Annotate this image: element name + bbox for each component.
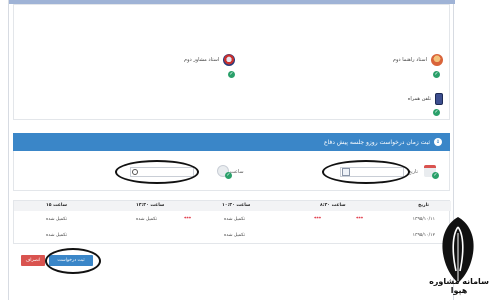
column-header-830: ساعت ۸:۳۰ (320, 203, 346, 208)
slot-taken: *** (314, 217, 322, 222)
page-frame: استاد راهنما دوم ✓ استاد مشاور دوم ✓ تلف… (8, 0, 455, 300)
advisor-label: استاد مشاور دوم (184, 57, 220, 63)
check-icon: ✓ (225, 172, 232, 179)
mobile-phone-item: تلفن همراه (408, 91, 443, 107)
section-header: ثبت زمان درخواست روزو جلسه پیش دفاع ۵ (13, 133, 450, 151)
slot-status: تکمیل شده (224, 233, 246, 238)
phone-icon (435, 93, 443, 105)
check-icon: ✓ (432, 172, 439, 179)
column-header-1330: ساعت ۱۳:۳۰ (136, 203, 165, 208)
check-icon: ✓ (228, 71, 235, 78)
time-label: ساعت (230, 169, 244, 175)
avatar (223, 54, 236, 66)
advisor-second-consultant: استاد مشاور دوم (184, 52, 236, 68)
check-icon: ✓ (433, 71, 440, 78)
section-number: ۵ (434, 138, 442, 146)
highlight-ellipse-date (322, 160, 410, 184)
highlight-ellipse-submit (45, 248, 101, 274)
advisor-label: استاد راهنما دوم (392, 57, 427, 63)
column-header-1030: ساعت ۱۰:۳۰ (222, 203, 251, 208)
slot-status: تکمیل شده (224, 217, 246, 222)
mobile-label: تلفن همراه (407, 96, 431, 102)
avatar (431, 54, 443, 66)
advisors-card: استاد راهنما دوم ✓ استاد مشاور دوم ✓ تلف… (13, 4, 450, 120)
slot-status: تکمیل شده (46, 233, 68, 238)
table-row: ۱۳۹۵/۱۰/۱۲ تکمیل شده تکمیل شده (14, 231, 451, 241)
slot-taken: *** (184, 217, 192, 222)
section-title: ثبت زمان درخواست روزو جلسه پیش دفاع (323, 138, 430, 146)
schedule-table: تاریخ ساعت ۸:۳۰ ساعت ۱۰:۳۰ ساعت ۱۳:۳۰ سا… (13, 200, 451, 244)
check-icon: ✓ (433, 109, 440, 116)
slot-status: تکمیل شده (136, 217, 158, 222)
table-header-row: تاریخ ساعت ۸:۳۰ ساعت ۱۰:۳۰ ساعت ۱۳:۳۰ سا… (14, 201, 451, 211)
table-row: ۱۳۹۵/۱۰/۱۱ *** *** تکمیل شده *** تکمیل ش… (14, 215, 451, 225)
cancel-button[interactable]: انصراف (21, 255, 45, 266)
column-header-15: ساعت ۱۵ (46, 203, 68, 208)
advisor-second-supervisor: استاد راهنما دوم (393, 52, 443, 68)
slot-status: تکمیل شده (46, 217, 68, 222)
column-header-date: تاریخ (418, 203, 429, 208)
watermark-text: سامانه مشاوره هپوا (429, 277, 489, 295)
highlight-ellipse-time (115, 160, 199, 184)
slot-taken: *** (356, 217, 364, 222)
